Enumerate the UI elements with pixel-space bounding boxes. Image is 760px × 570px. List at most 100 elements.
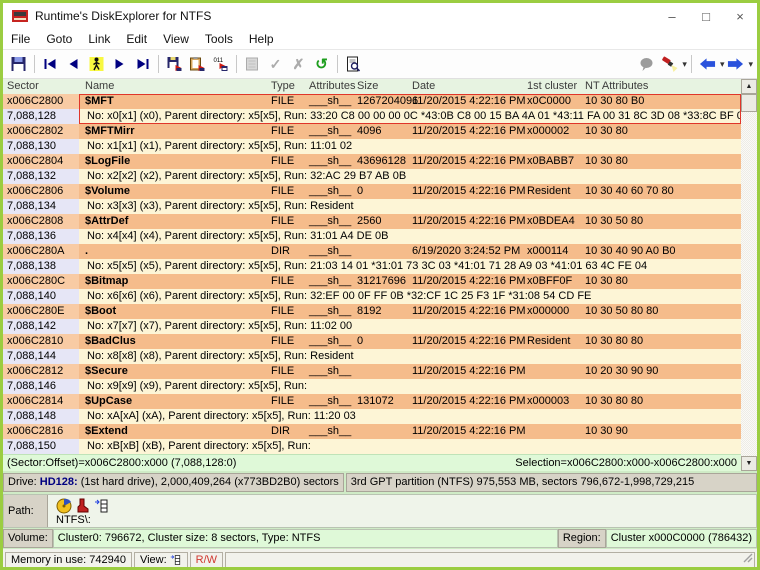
sector-table: Sector Name Type Attributes Size Date 1s… [3,79,757,471]
entry-name: $AttrDef [79,214,265,229]
table-row[interactable]: x006C2804 7,088,132 $LogFile FILE ___sh_… [3,154,741,184]
table-row[interactable]: x006C2802 7,088,130 $MFTMirr FILE ___sh_… [3,124,741,154]
table-row[interactable]: x006C280A 7,088,138 . DIR ___sh__ 6/19/2… [3,244,741,274]
sector-hex: x006C2800 [3,94,79,109]
entry-type: DIR [265,244,307,259]
goto-previous-button[interactable] [62,53,85,75]
close-button[interactable]: × [723,3,757,29]
table-row[interactable]: x006C2800 7,088,128 $MFT FILE ___sh__ 12… [3,94,741,124]
tree-view-icon[interactable] [94,498,110,514]
scroll-up-button[interactable]: ▲ [741,79,757,94]
table-row[interactable]: x006C2810 7,088,144 $BadClus FILE ___sh_… [3,334,741,364]
forward-button[interactable] [724,53,747,75]
column-header-type[interactable]: Type [265,79,307,94]
minimize-button[interactable]: – [655,3,689,29]
column-header-size[interactable]: Size [355,79,410,94]
entry-attributes: ___sh__ [307,424,355,439]
window-title: Runtime's DiskExplorer for NTFS [35,9,211,23]
copy-to-clipboard-button[interactable] [186,53,209,75]
partition-info[interactable]: 3rd GPT partition (NTFS) 975,553 MB, sec… [346,473,757,492]
back-button[interactable] [696,53,719,75]
info-balloon-button[interactable] [635,53,658,75]
entry-name: $BadClus [79,334,265,349]
menu-file[interactable]: File [3,29,38,49]
toolbar-separator [34,55,35,73]
entry-name: $MFTMirr [79,124,265,139]
goto-object-button[interactable] [85,53,108,75]
entry-attributes: ___sh__ [307,214,355,229]
save-sectors-button[interactable] [163,53,186,75]
menu-help[interactable]: Help [241,29,282,49]
save-button[interactable] [7,53,30,75]
entry-size: 8192 [355,304,410,319]
table-row[interactable]: x006C2812 7,088,146 $Secure FILE ___sh__… [3,364,741,394]
partition-details: 3rd GPT partition (NTFS) 975,553 MB, sec… [351,476,694,488]
entry-size: 31217696 [355,274,410,289]
entry-type: FILE [265,94,307,109]
menu-link[interactable]: Link [80,29,118,49]
sector-decimal: 7,088,140 [3,289,79,304]
sector-column: x006C280E 7,088,142 [3,304,79,334]
table-row[interactable]: x006C280C 7,088,140 $Bitmap FILE ___sh__… [3,274,741,304]
entry-size: 0 [355,184,410,199]
entry-nt-attributes: 10 30 80 [583,154,741,169]
entry-run-detail: No: x9[x9] (x9), Parent directory: x5[x5… [79,379,741,394]
toolbar-separator [158,55,159,73]
goto-last-button[interactable] [131,53,154,75]
confirm-button[interactable]: ✓ [264,53,287,75]
scrollbar-track[interactable] [741,112,757,456]
entry-type: FILE [265,364,307,379]
entry-fields: $Boot FILE ___sh__ 8192 11/20/2015 4:22:… [79,304,741,334]
column-header-date[interactable]: Date [410,79,525,94]
table-row[interactable]: x006C2816 7,088,150 $Extend DIR ___sh__ … [3,424,741,454]
entry-first-cluster: x0BFF0F [525,274,583,289]
table-header: Sector Name Type Attributes Size Date 1s… [3,79,741,94]
column-header-nt-attributes[interactable]: NT Attributes [583,79,741,94]
entry-type: FILE [265,334,307,349]
save-binary-icon: 011 [212,56,229,72]
menu-view[interactable]: View [155,29,197,49]
goto-next-button[interactable] [108,53,131,75]
goto-first-button[interactable] [39,53,62,75]
table-row[interactable]: x006C2814 7,088,148 $UpCase FILE ___sh__… [3,394,741,424]
preview-button[interactable] [342,53,365,75]
cancel-button[interactable]: ✗ [287,53,310,75]
entry-fields: . DIR ___sh__ 6/19/2020 3:24:52 PM x0001… [79,244,741,274]
vertical-scrollbar[interactable]: ▲ ▼ [741,79,757,471]
sector-hex: x006C2810 [3,334,79,349]
entry-size: 43696128 [355,154,410,169]
entry-date: 11/20/2015 4:22:16 PM [410,214,525,229]
search-button[interactable] [658,53,681,75]
column-header-first-cluster[interactable]: 1st cluster [525,79,583,94]
entry-run-detail: No: x8[x8] (x8), Parent directory: x5[x5… [79,349,741,364]
entry-first-cluster: x0C0000 [525,94,583,109]
column-header-attributes[interactable]: Attributes [307,79,355,94]
save-binary-button[interactable]: 011 [209,53,232,75]
entry-nt-attributes: 10 30 80 80 [583,334,741,349]
menu-goto[interactable]: Goto [38,29,80,49]
entry-attributes: ___sh__ [307,394,355,409]
scroll-down-button[interactable]: ▼ [741,456,757,471]
partition-icon[interactable] [56,498,72,514]
search-dropdown-caret[interactable]: ▾ [682,59,687,70]
table-row[interactable]: x006C2806 7,088,134 $Volume FILE ___sh__… [3,184,741,214]
paste-button[interactable] [241,53,264,75]
diskexplorer-window: Runtime's DiskExplorer for NTFS – □ × Fi… [0,0,760,570]
balloon-icon [638,56,655,72]
maximize-button[interactable]: □ [689,3,723,29]
resize-grip[interactable] [743,553,753,563]
table-row[interactable]: x006C2808 7,088,136 $AttrDef FILE ___sh_… [3,214,741,244]
refresh-button[interactable]: ↺ [310,53,333,75]
boot-icon[interactable] [75,498,91,514]
table-row[interactable]: x006C280E 7,088,142 $Boot FILE ___sh__ 8… [3,304,741,334]
view-panel[interactable]: View: [134,552,188,568]
entry-run-detail: No: x2[x2] (x2), Parent directory: x5[x5… [79,169,741,184]
scrollbar-thumb[interactable] [741,94,757,112]
column-header-sector[interactable]: Sector [3,79,79,94]
drive-info[interactable]: Drive: HD128: (1st hard drive), 2,000,40… [3,473,344,492]
forward-dropdown-caret[interactable]: ▾ [748,59,753,70]
column-header-name[interactable]: Name [79,79,265,94]
menu-edit[interactable]: Edit [118,29,155,49]
save-to-file-icon [166,56,183,72]
menu-tools[interactable]: Tools [197,29,241,49]
